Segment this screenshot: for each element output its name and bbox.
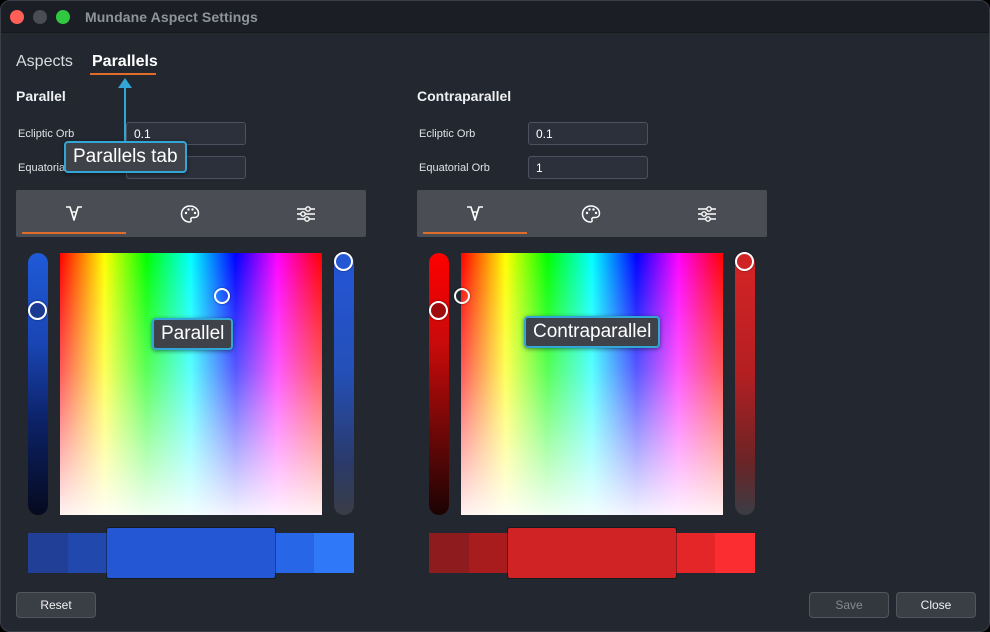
window-title: Mundane Aspect Settings [85,9,258,25]
contraparallel-section-title: Contraparallel [417,88,512,104]
tab-aspects[interactable]: Aspects [16,53,73,71]
contraparallel-equatorial-orb-label: Equatorial Orb [419,162,490,174]
close-button[interactable]: Close [896,592,976,618]
contraparallel-color-toolbar [417,190,767,237]
parallel-swatch-1[interactable] [28,533,68,573]
minimize-window-button[interactable] [33,10,47,24]
parallel-sliders-tool[interactable] [248,190,364,237]
active-tab-indicator [90,73,156,75]
parallel-active-tool-indicator [22,232,126,234]
palette-icon [581,204,601,223]
contraparallel-color-field[interactable] [461,253,723,515]
settings-window: Mundane Aspect Settings Aspects Parallel… [0,0,990,632]
title-bar: Mundane Aspect Settings [1,1,989,33]
parallel-section-title: Parallel [16,88,66,104]
parallel-swatch-4[interactable] [274,533,314,573]
contraparallel-eyedropper-tool[interactable] [417,190,533,237]
contraparallel-alpha-thumb[interactable] [735,252,754,271]
contraparallel-current-color[interactable] [508,528,676,578]
reset-button[interactable]: Reset [16,592,96,618]
contraparallel-swatch-5[interactable] [715,533,755,573]
parallel-brightness-thumb[interactable] [28,301,47,320]
contraparallel-ecliptic-orb-label: Ecliptic Orb [419,128,476,140]
contraparallel-swatch-4[interactable] [675,533,715,573]
contraparallel-sliders-tool[interactable] [649,190,765,237]
contraparallel-swatch-2[interactable] [469,533,509,573]
contraparallel-alpha-slider[interactable] [735,253,755,515]
contraparallel-color-field-thumb[interactable] [454,288,470,304]
sliders-icon [297,205,315,222]
tab-parallels[interactable]: Parallels [92,53,158,71]
parallel-palette-tool[interactable] [132,190,248,237]
parallel-alpha-slider[interactable] [334,253,354,515]
parallel-swatch-2[interactable] [68,533,108,573]
save-button[interactable]: Save [809,592,889,618]
contraparallel-brightness-thumb[interactable] [429,301,448,320]
parallel-brightness-slider[interactable] [28,253,48,515]
parallel-eyedropper-tool[interactable] [16,190,132,237]
parallel-alpha-thumb[interactable] [334,252,353,271]
parallel-tooltip: Parallel [152,318,234,350]
maximize-window-button[interactable] [56,10,70,24]
sliders-icon [698,205,716,222]
contraparallel-swatch-1[interactable] [429,533,469,573]
parallel-color-field-thumb[interactable] [214,288,230,304]
tab-annotation-arrow [124,84,126,141]
parallel-color-field[interactable] [60,253,322,515]
contraparallel-brightness-slider[interactable] [429,253,449,515]
parallel-ecliptic-orb-label: Ecliptic Orb [18,128,75,140]
parallels-tab-tooltip: Parallels tab [64,141,187,173]
contraparallel-palette-tool[interactable] [533,190,649,237]
parallel-swatch-5[interactable] [314,533,354,573]
contraparallel-active-tool-indicator [423,232,527,234]
contraparallel-tooltip: Contraparallel [524,316,661,348]
contraparallel-equatorial-orb-input[interactable] [528,156,648,179]
contraparallel-ecliptic-orb-input[interactable] [528,122,648,145]
eyedropper-icon [66,205,82,221]
close-window-button[interactable] [10,10,24,24]
parallel-color-toolbar [16,190,366,237]
eyedropper-icon [467,205,483,221]
parallel-current-color[interactable] [107,528,275,578]
palette-icon [180,204,200,223]
arrow-up-icon [118,78,132,88]
